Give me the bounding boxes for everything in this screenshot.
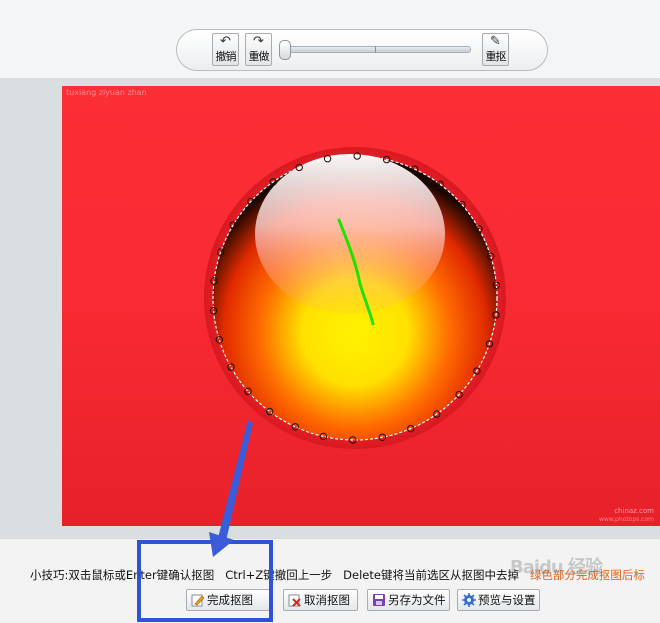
pen-icon: ✎ (490, 34, 501, 49)
cancel-cutout-label: 取消抠图 (304, 593, 350, 607)
save-as-file-button[interactable]: 另存为文件 (367, 589, 450, 611)
top-toolbar: ↶ 撤销 ↷ 重做 ✎ 重抠 (0, 0, 660, 78)
undo-label: 撤销 (215, 50, 237, 63)
redo-label: 重做 (248, 50, 270, 63)
orb-gloss-highlight (255, 154, 445, 314)
history-slider-knob[interactable] (279, 40, 291, 60)
reset-label: 重抠 (485, 50, 507, 63)
image-watermark-bottom-2: www.photops.com (598, 516, 654, 523)
history-slider-track[interactable] (285, 46, 471, 53)
history-control-panel: ↶ 撤销 ↷ 重做 ✎ 重抠 (176, 29, 548, 71)
baidu-jingyan-watermark: Baidu 经验 (510, 557, 603, 578)
undo-button[interactable]: ↶ 撤销 (212, 33, 239, 66)
cutout-artwork (204, 147, 506, 449)
cancel-x-icon (288, 594, 301, 607)
annotation-highlight-box (137, 540, 273, 622)
bottom-action-bar: 小技巧:双击鼠标或Enter键确认抠图 Ctrl+Z键撤回上一步 Delete键… (0, 538, 660, 623)
image-canvas[interactable]: tuxiang ziyuan zhan chinaz.com www.photo… (62, 86, 660, 526)
reset-button[interactable]: ✎ 重抠 (482, 33, 509, 66)
save-disk-icon (373, 594, 385, 606)
image-watermark-bottom: chinaz.com (614, 507, 654, 515)
redo-arrow-icon: ↷ (253, 34, 264, 49)
redo-button[interactable]: ↷ 重做 (245, 33, 272, 66)
preview-settings-label: 预览与设置 (478, 593, 536, 607)
cancel-cutout-button[interactable]: 取消抠图 (283, 589, 358, 611)
gear-icon (462, 593, 476, 607)
save-as-file-label: 另存为文件 (388, 593, 446, 607)
preview-settings-button[interactable]: 预览与设置 (457, 589, 540, 611)
undo-arrow-icon: ↶ (220, 34, 231, 49)
tip-delete: Delete键将当前选区从抠图中去掉 (343, 568, 519, 582)
history-slider-tick (375, 46, 376, 53)
